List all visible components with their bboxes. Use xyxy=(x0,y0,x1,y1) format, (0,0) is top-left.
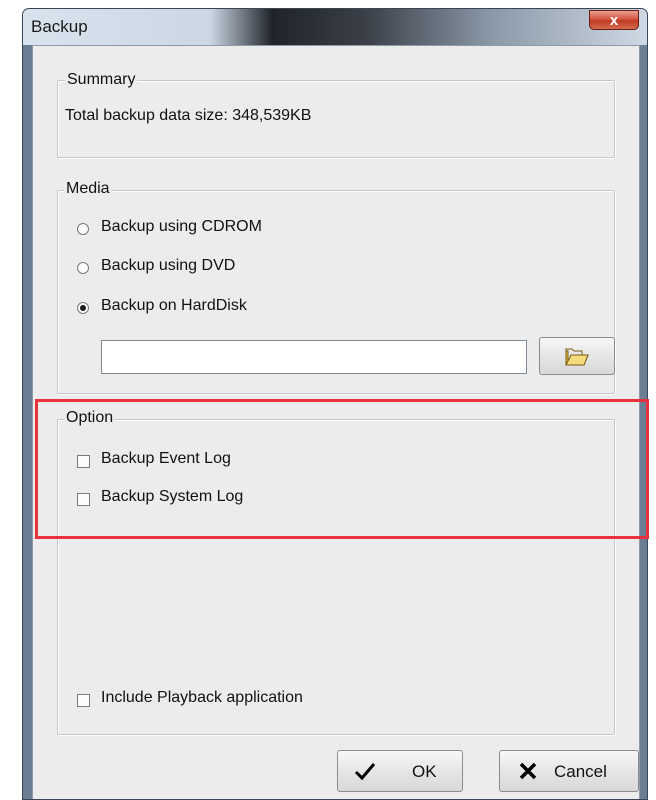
checkbox-label-event-log[interactable]: Backup Event Log xyxy=(101,450,231,468)
close-icon: x xyxy=(609,12,619,29)
radio-label-cdrom[interactable]: Backup using CDROM xyxy=(101,218,262,236)
backup-path-input[interactable] xyxy=(101,340,527,374)
ok-label: OK xyxy=(412,762,437,781)
cancel-label: Cancel xyxy=(554,762,607,781)
close-button[interactable]: x xyxy=(589,10,639,30)
browse-folder-button[interactable] xyxy=(539,337,615,375)
summary-group: Summary Total backup data size: 348,539K… xyxy=(57,70,615,158)
checkbox-box[interactable] xyxy=(77,455,90,468)
x-mark-icon xyxy=(519,762,537,780)
radio-label-harddisk[interactable]: Backup on HardDisk xyxy=(101,297,247,315)
checkbox-label-system-log[interactable]: Backup System Log xyxy=(101,488,243,506)
total-size-text: Total backup data size: 348,539KB xyxy=(65,107,312,124)
ok-button[interactable]: OK xyxy=(337,750,463,792)
folder-open-icon xyxy=(565,348,589,366)
radio-button[interactable] xyxy=(77,262,89,274)
radio-label-dvd[interactable]: Backup using DVD xyxy=(101,257,235,275)
dialog-body: Summary Total backup data size: 348,539K… xyxy=(32,45,640,799)
backup-dialog: Backup x Summary Total backup data size:… xyxy=(22,8,648,800)
checkbox-box[interactable] xyxy=(77,493,90,506)
title-bar[interactable]: Backup x xyxy=(23,9,647,45)
checkmark-icon xyxy=(354,763,376,781)
checkbox-box[interactable] xyxy=(77,694,90,707)
option-legend: Option xyxy=(64,408,116,428)
checkbox-label-include-playback[interactable]: Include Playback application xyxy=(101,689,303,707)
radio-button-selected[interactable] xyxy=(77,302,89,314)
cancel-button[interactable]: Cancel xyxy=(499,750,639,792)
summary-legend: Summary xyxy=(65,70,138,90)
window-title: Backup xyxy=(31,17,88,36)
media-legend: Media xyxy=(64,179,112,199)
radio-button[interactable] xyxy=(77,223,89,235)
